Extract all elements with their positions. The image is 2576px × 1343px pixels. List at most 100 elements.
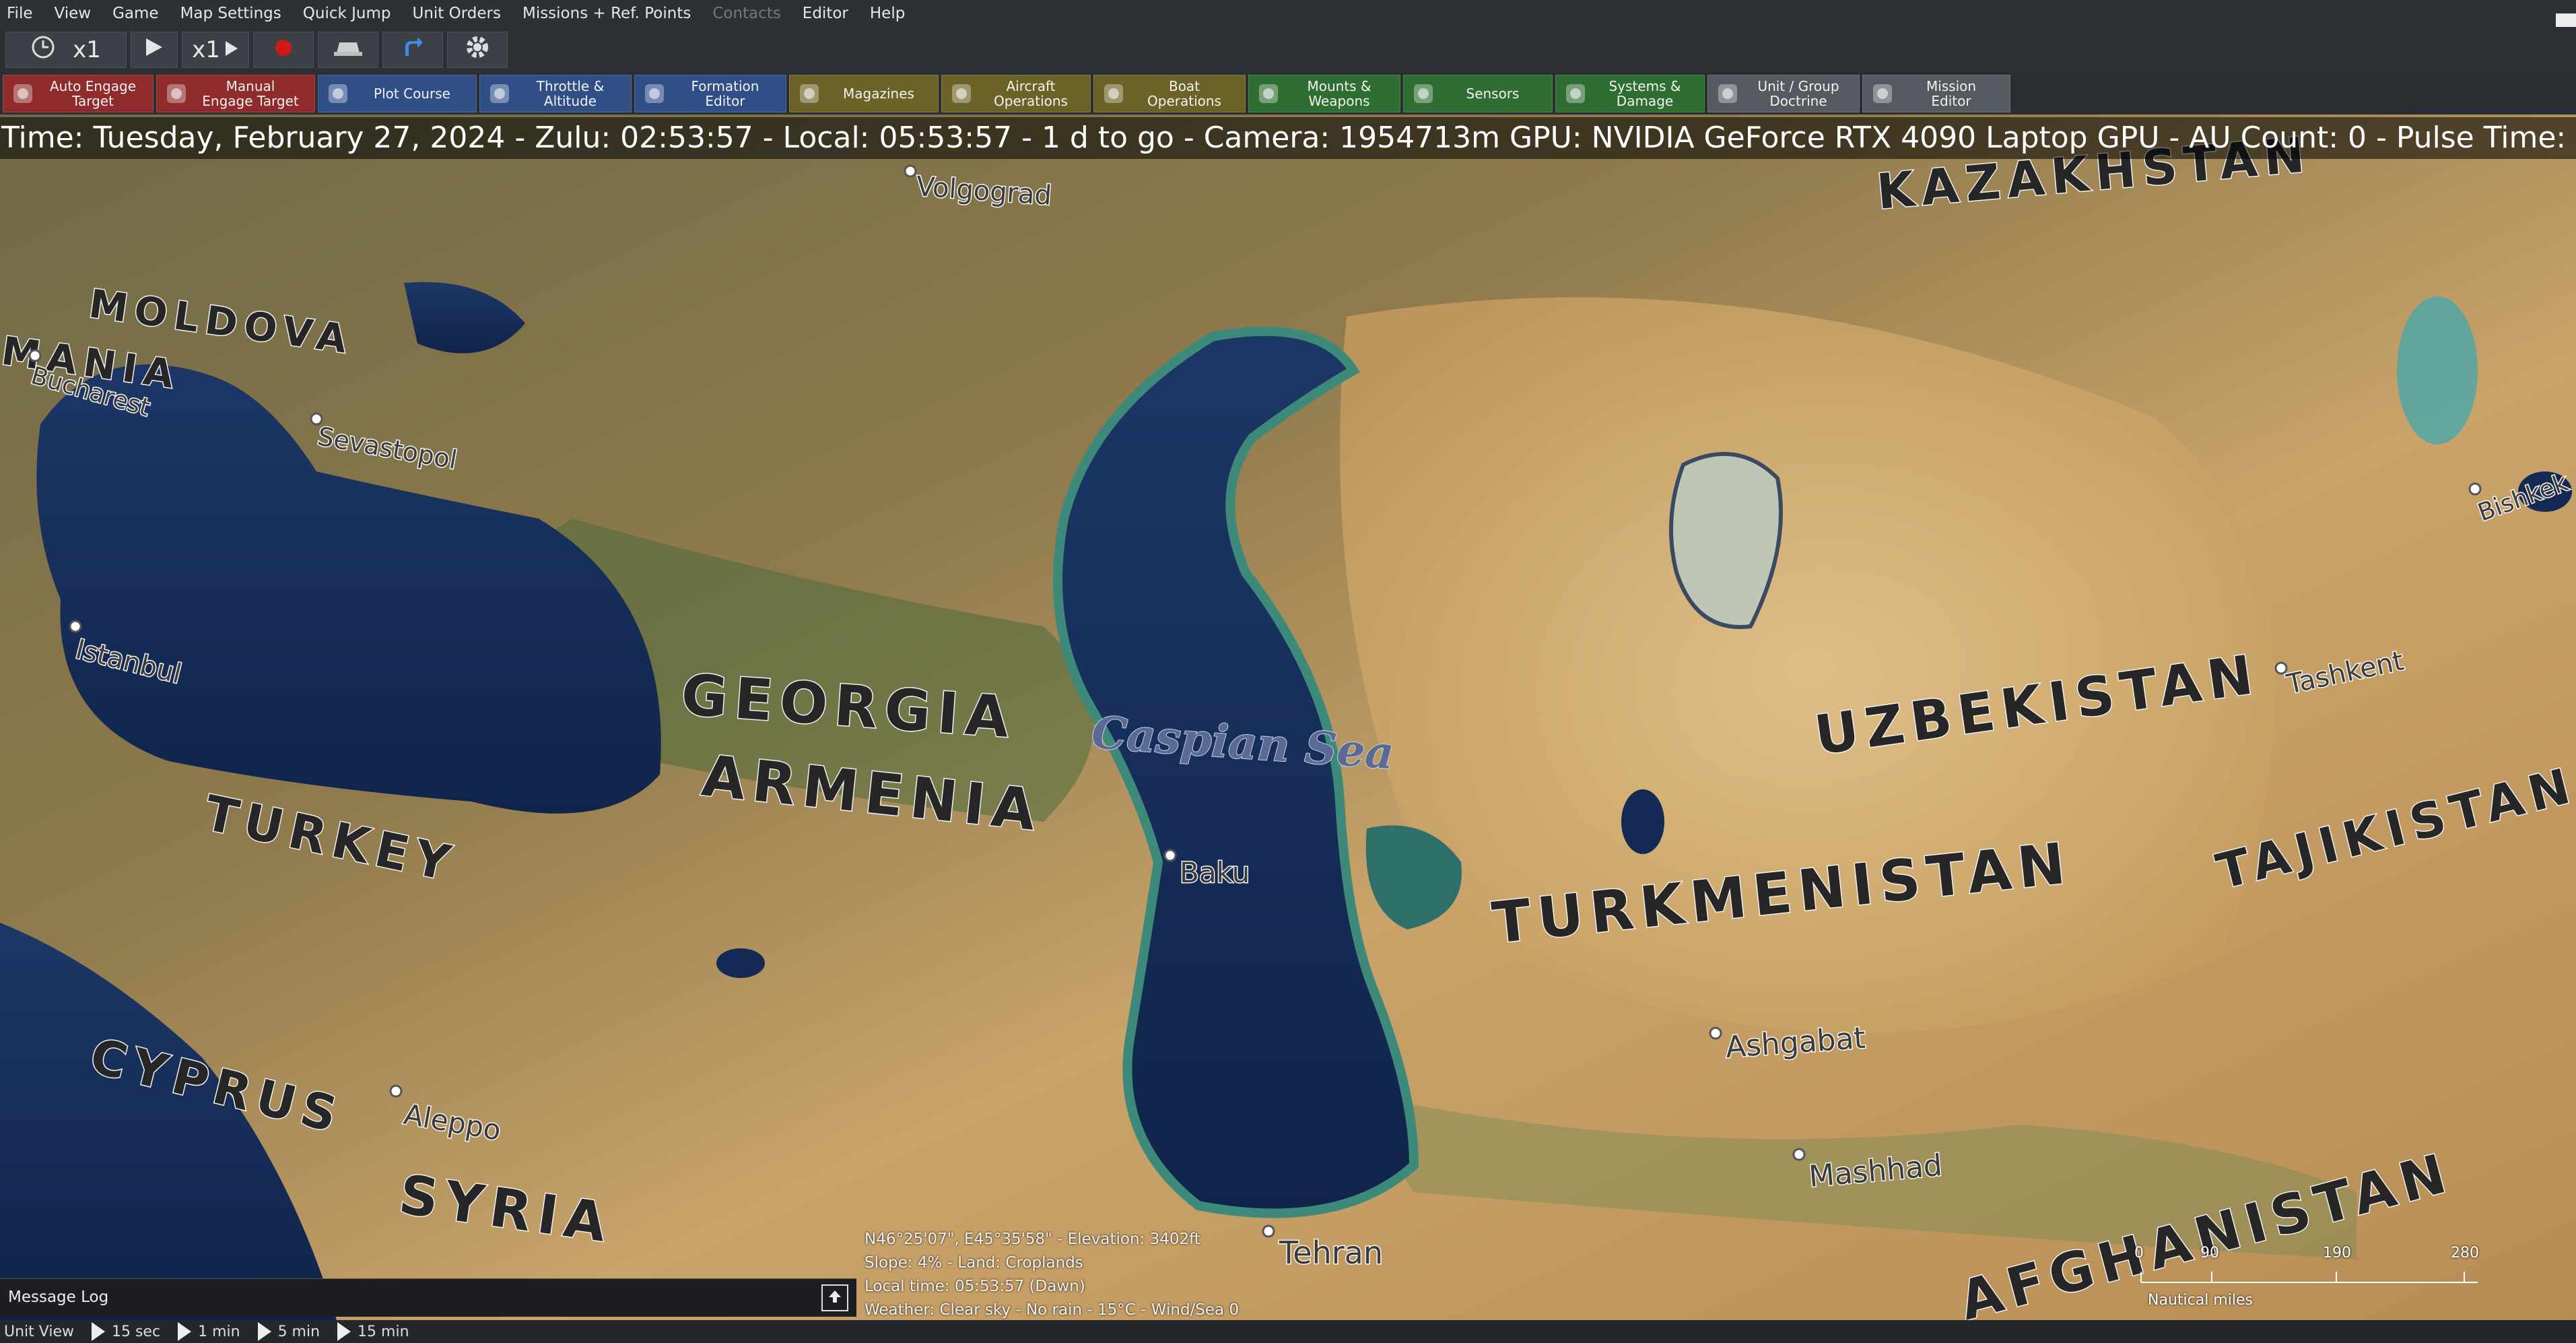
- step-15-min-button[interactable]: 15 min: [337, 1322, 409, 1341]
- play-icon: [91, 1322, 105, 1341]
- satellite-map[interactable]: MOLDOVA MANIA GEORGIA ARMENIA TURKEY CYP…: [0, 114, 2576, 1320]
- formation-icon: [639, 78, 670, 109]
- clock-icon: [31, 35, 55, 65]
- cursor-local-time: Local time: 05:53:57 (Dawn): [865, 1278, 1085, 1295]
- play-icon: [257, 1322, 271, 1341]
- menu-game[interactable]: Game: [106, 5, 173, 22]
- step-1-min-button[interactable]: 1 min: [178, 1322, 240, 1341]
- map-view[interactable]: MOLDOVA MANIA GEORGIA ARMENIA TURKEY CYP…: [0, 114, 2576, 1320]
- time-compression-button[interactable]: x1: [5, 32, 127, 68]
- city-marker: [389, 1084, 403, 1098]
- play-icon: [224, 36, 239, 63]
- magazines-button[interactable]: Magazines: [789, 75, 939, 112]
- redo-arrow-icon: [401, 36, 424, 65]
- play-icon: [178, 1322, 192, 1341]
- unit-view-label[interactable]: Unit View: [4, 1323, 74, 1340]
- boat-button[interactable]: Boat Operations: [1093, 75, 1246, 112]
- play-icon: [145, 36, 164, 63]
- plot-course-icon: [323, 78, 353, 109]
- map-scale: 0 90 190 280 Nautical miles: [2128, 1245, 2491, 1319]
- scale-tick: 190: [2323, 1245, 2351, 1262]
- record-icon: [274, 36, 293, 63]
- doctrine-button[interactable]: Unit / Group Doctrine: [1707, 75, 1860, 112]
- step-label: 1 min: [198, 1323, 240, 1340]
- city-marker: [1262, 1224, 1275, 1238]
- step-label: 5 min: [277, 1323, 320, 1340]
- doctrine-icon: [1712, 78, 1743, 109]
- command-label: Unit / Group Doctrine: [1757, 78, 1839, 109]
- mission-editor-button[interactable]: Mission Editor: [1862, 75, 2010, 112]
- gear-icon: [464, 34, 491, 67]
- auto-engage-button[interactable]: Auto Engage Target: [3, 75, 154, 112]
- car-icon: [333, 36, 364, 63]
- menu-map-settings[interactable]: Map Settings: [174, 5, 296, 22]
- menu-editor[interactable]: Editor: [796, 5, 863, 22]
- command-label: Manual Engage Target: [202, 78, 299, 109]
- throttle-button[interactable]: Throttle & Altitude: [479, 75, 632, 112]
- play-button[interactable]: [131, 32, 178, 68]
- mounts-button[interactable]: Mounts & Weapons: [1248, 75, 1400, 112]
- command-label: Sensors: [1466, 86, 1520, 102]
- boat-icon: [1098, 78, 1129, 109]
- scale-tick: 280: [2451, 1245, 2479, 1262]
- aydarkul-lake: [1621, 789, 1664, 854]
- redo-button[interactable]: [382, 32, 443, 68]
- cursor-info-panel: N46°25'07", E45°35'58" - Elevation: 3402…: [865, 1228, 1239, 1322]
- menu-missions[interactable]: Missions + Ref. Points: [516, 5, 706, 22]
- step-speed-label: x1: [192, 36, 220, 63]
- status-line: Time: Tuesday, February 27, 2024 - Zulu:…: [0, 117, 2576, 159]
- systems-button[interactable]: Systems & Damage: [1555, 75, 1705, 112]
- formation-button[interactable]: Formation Editor: [634, 75, 786, 112]
- menu-view[interactable]: View: [48, 5, 106, 22]
- step-label: 15 min: [358, 1323, 409, 1340]
- command-label: Plot Course: [374, 86, 450, 102]
- command-label: Auto Engage Target: [49, 78, 137, 109]
- menu-unit-orders[interactable]: Unit Orders: [405, 5, 515, 22]
- camera-view-button[interactable]: [318, 32, 378, 68]
- cursor-weather: Weather: Clear sky - No rain - 15°C - Wi…: [865, 1301, 1240, 1319]
- step-5-min-button[interactable]: 5 min: [257, 1322, 320, 1341]
- menu-bar: File View Game Map Settings Quick Jump U…: [0, 0, 2576, 27]
- time-controls: x1 x1: [0, 27, 2576, 73]
- lake-van: [716, 948, 765, 978]
- expand-message-log-button[interactable]: [821, 1284, 848, 1311]
- cursor-terrain: Slope: 4% - Land: Croplands: [865, 1254, 1083, 1272]
- menu-quick-jump[interactable]: Quick Jump: [296, 5, 406, 22]
- step-label: 15 sec: [111, 1323, 161, 1340]
- city-marker: [1163, 849, 1177, 862]
- record-button[interactable]: [253, 32, 314, 68]
- expand-up-icon: [827, 1288, 843, 1307]
- command-label: Mission Editor: [1926, 78, 1977, 109]
- menu-help[interactable]: Help: [863, 5, 920, 22]
- city-label: Tehran: [1279, 1235, 1383, 1271]
- play-icon: [337, 1322, 351, 1341]
- plot-course-button[interactable]: Plot Course: [318, 75, 477, 112]
- step-speed-button[interactable]: x1: [182, 32, 249, 68]
- aircraft-icon: [946, 78, 977, 109]
- aircraft-button[interactable]: Aircraft Operations: [941, 75, 1091, 112]
- menu-contacts: Contacts: [712, 5, 781, 22]
- message-log-title: Message Log: [8, 1288, 109, 1306]
- city-marker: [69, 620, 82, 633]
- magazines-icon: [794, 78, 825, 109]
- command-label: Mounts & Weapons: [1307, 78, 1371, 109]
- mounts-icon: [1253, 78, 1284, 109]
- command-label: Formation Editor: [691, 78, 759, 109]
- systems-icon: [1560, 78, 1591, 109]
- manual-engage-icon: [161, 78, 192, 109]
- command-label: Systems & Damage: [1608, 78, 1681, 109]
- command-label: Throttle & Altitude: [536, 78, 605, 109]
- settings-button[interactable]: [447, 32, 508, 68]
- menu-file[interactable]: File: [0, 5, 48, 22]
- city-marker: [28, 349, 42, 362]
- manual-engage-button[interactable]: Manual Engage Target: [156, 75, 315, 112]
- cursor-coordinates: N46°25'07", E45°35'58" - Elevation: 3402…: [865, 1231, 1200, 1248]
- throttle-icon: [484, 78, 515, 109]
- command-label: Aircraft Operations: [994, 78, 1068, 109]
- sensors-button[interactable]: Sensors: [1403, 75, 1553, 112]
- city-marker: [1709, 1026, 1722, 1040]
- message-log-panel[interactable]: Message Log: [0, 1278, 856, 1317]
- step-15-sec-button[interactable]: 15 sec: [91, 1322, 161, 1341]
- command-label: Magazines: [843, 86, 914, 102]
- balkhash-lake: [2397, 296, 2478, 445]
